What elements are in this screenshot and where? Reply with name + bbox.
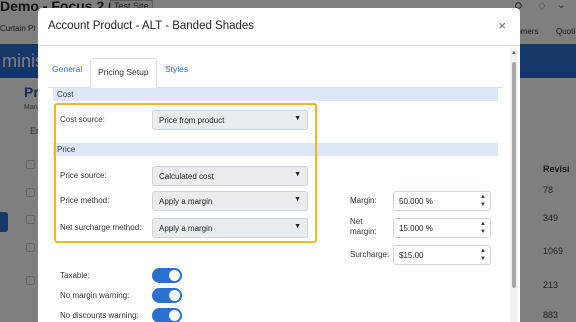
dialog-header: Account Product - ALT - Banded Shades ×: [38, 8, 520, 46]
highlight-box: [54, 103, 317, 243]
net-margin-value: 15.000 %: [399, 224, 433, 233]
close-icon[interactable]: ×: [498, 18, 506, 33]
no-discounts-warning-label: No discounts warning:: [60, 311, 139, 320]
surcharge-label: Surcharge:: [350, 250, 390, 259]
account-product-dialog: Account Product - ALT - Banded Shades × …: [38, 8, 520, 322]
section-cost: Cost: [53, 88, 498, 101]
no-margin-warning-label: No margin warning:: [60, 291, 130, 300]
toggle-knob: [169, 290, 180, 301]
tab-pricing-setup[interactable]: Pricing Setup: [90, 58, 157, 89]
spinner-arrows-icon[interactable]: ▲ ▼: [479, 247, 487, 263]
margin-label: Margin:: [350, 196, 377, 205]
tab-general[interactable]: General: [52, 64, 82, 74]
scroll-thumb[interactable]: [512, 62, 516, 288]
toggle-knob: [169, 310, 180, 321]
net-margin-label: Net margin:: [350, 217, 377, 236]
spinner-arrows-icon[interactable]: ▲ ▼: [479, 193, 487, 209]
dialog-tabs: General Pricing Setup Styles: [48, 58, 503, 89]
margin-value: 50.000 %: [399, 197, 433, 206]
scroll-up-icon[interactable]: ▲: [511, 50, 517, 56]
dialog-title: Account Product - ALT - Banded Shades: [48, 20, 255, 32]
spinner-arrows-icon[interactable]: ▲ ▼: [479, 220, 487, 236]
taxable-toggle[interactable]: [152, 268, 182, 283]
dialog-scrollbar[interactable]: ▲: [510, 48, 518, 322]
net-margin-input[interactable]: 15.000 % ▲ ▼: [393, 218, 491, 238]
margin-input[interactable]: 50.000 % ▲ ▼: [393, 191, 491, 211]
tab-styles[interactable]: Styles: [165, 64, 188, 74]
surcharge-input[interactable]: $15.00 ▲ ▼: [393, 245, 491, 265]
toggle-knob: [169, 270, 180, 281]
surcharge-value: $15.00: [399, 251, 424, 260]
no-margin-warning-toggle[interactable]: [152, 288, 182, 303]
taxable-label: Taxable:: [60, 271, 90, 280]
no-discounts-warning-toggle[interactable]: [152, 308, 182, 322]
